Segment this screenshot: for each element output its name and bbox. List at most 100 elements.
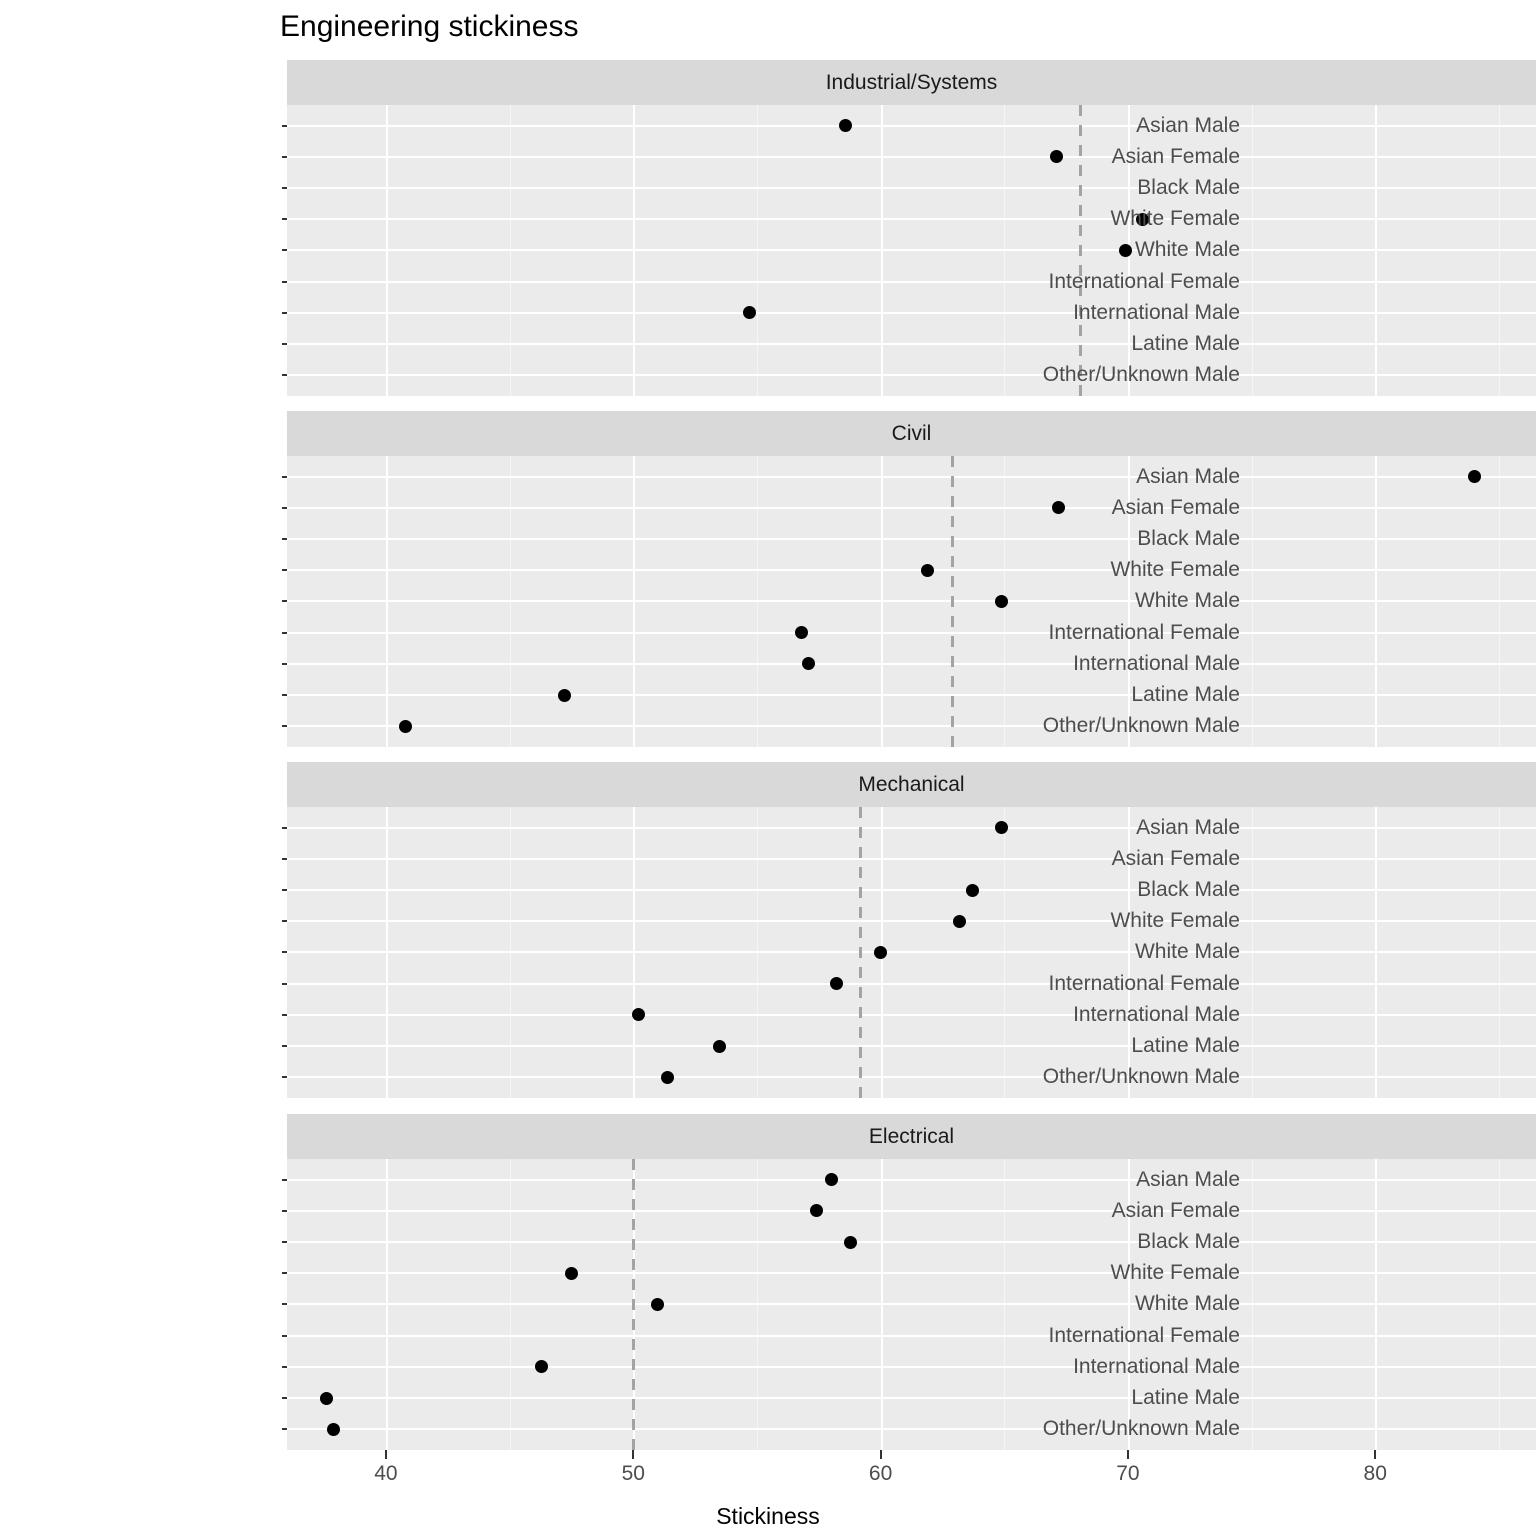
y-axis-tick-label: Black Male — [1137, 527, 1240, 550]
y-axis-tick-mark — [282, 506, 287, 509]
x-axis-tick-label: 40 — [374, 1461, 398, 1485]
x-axis-title: Stickiness — [716, 1502, 820, 1529]
data-point[interactable] — [953, 914, 967, 928]
y-axis-tick-mark — [282, 889, 287, 891]
data-point[interactable] — [661, 1070, 675, 1084]
data-point[interactable] — [824, 1173, 838, 1187]
y-axis-tick-label: Other/Unknown Male — [1042, 1417, 1240, 1441]
gridline-horizontal — [287, 889, 1536, 891]
y-axis-tick-label: Other/Unknown Male — [1042, 1065, 1240, 1089]
y-axis-tick-label: White Female — [1110, 1261, 1240, 1285]
plot-area — [287, 105, 1536, 396]
data-point[interactable] — [965, 883, 979, 897]
y-axis-tick-mark — [282, 218, 287, 221]
y-axis-tick-mark — [282, 857, 287, 860]
y-axis-tick-mark — [282, 920, 287, 923]
facet-strip-label: Mechanical — [287, 762, 1536, 807]
data-point[interactable] — [1467, 470, 1481, 484]
y-axis-tick-mark — [282, 124, 287, 127]
reference-line — [950, 456, 954, 747]
data-point[interactable] — [564, 1266, 578, 1280]
gridline-horizontal — [287, 1241, 1536, 1243]
y-axis-tick-label: Latine Male — [1131, 1386, 1240, 1409]
y-axis-tick-mark — [282, 1365, 287, 1368]
facet-strip-label: Industrial/Systems — [287, 60, 1536, 105]
gridline-horizontal — [287, 475, 1536, 478]
y-axis-tick-label: International Male — [1073, 300, 1240, 324]
y-axis-tick-mark — [282, 311, 287, 314]
y-axis-tick-mark — [282, 662, 287, 665]
y-axis-tick-label: Asian Female — [1111, 144, 1240, 168]
y-axis-tick-label: Asian Male — [1136, 113, 1240, 137]
reference-line — [859, 807, 863, 1098]
gridline-horizontal — [287, 155, 1536, 158]
data-point[interactable] — [557, 688, 571, 702]
y-axis-tick-label: International Male — [1073, 651, 1240, 675]
data-point[interactable] — [743, 306, 756, 320]
data-point[interactable] — [713, 1039, 727, 1053]
y-axis-tick-mark — [282, 249, 287, 252]
gridline-horizontal — [287, 1209, 1536, 1212]
gridline-horizontal — [287, 249, 1536, 252]
gridline-horizontal — [287, 920, 1536, 923]
y-axis-tick-mark — [282, 1178, 287, 1181]
gridline-horizontal — [287, 600, 1536, 603]
reference-line — [631, 1159, 635, 1450]
data-point[interactable] — [921, 563, 935, 577]
data-point[interactable] — [535, 1360, 549, 1374]
data-point[interactable] — [1049, 150, 1063, 164]
x-axis-tick-label: 80 — [1363, 1461, 1387, 1485]
gridline-horizontal — [287, 694, 1536, 696]
data-point[interactable] — [874, 945, 888, 959]
gridline-horizontal — [287, 187, 1536, 189]
x-axis-tick-mark — [879, 1449, 882, 1459]
data-point[interactable] — [320, 1391, 334, 1405]
data-point[interactable] — [809, 1204, 823, 1218]
data-point[interactable] — [399, 719, 413, 733]
data-point[interactable] — [1118, 243, 1132, 257]
y-axis-tick-label: International Female — [1048, 269, 1240, 293]
y-axis-tick-mark — [282, 600, 287, 603]
data-point[interactable] — [995, 821, 1009, 835]
y-axis-tick-label: International Male — [1073, 1002, 1240, 1026]
y-axis-tick-mark — [282, 631, 287, 634]
x-axis-tick-label: 60 — [868, 1461, 893, 1485]
y-axis-tick-mark — [282, 1334, 287, 1337]
gridline-horizontal — [287, 1272, 1536, 1275]
gridline-horizontal — [287, 1013, 1536, 1016]
data-point[interactable] — [651, 1297, 665, 1311]
y-axis-tick-label: Asian Female — [1111, 495, 1240, 519]
y-axis-tick-label: Other/Unknown Male — [1042, 363, 1240, 387]
data-point[interactable] — [995, 594, 1009, 608]
data-point[interactable] — [631, 1008, 645, 1022]
y-axis-tick-label: International Female — [1048, 971, 1240, 995]
y-axis-tick-mark — [282, 1241, 287, 1243]
facet-panel: Electrical — [0, 1114, 1536, 1450]
y-axis-tick-label: Asian Female — [1111, 1198, 1240, 1222]
data-point[interactable] — [844, 1235, 858, 1249]
y-axis-tick-label: Black Male — [1137, 176, 1240, 199]
y-axis-tick-mark — [282, 1209, 287, 1212]
data-point[interactable] — [829, 977, 843, 991]
y-axis-tick-label: White Female — [1110, 909, 1240, 933]
y-axis-tick-mark — [282, 475, 287, 478]
y-axis-tick-mark — [282, 826, 287, 829]
gridline-horizontal — [287, 631, 1536, 634]
gridline-horizontal — [287, 1397, 1536, 1399]
gridline-horizontal — [287, 826, 1536, 829]
data-point[interactable] — [327, 1422, 341, 1436]
data-point[interactable] — [1052, 501, 1066, 515]
y-axis-tick-label: International Female — [1048, 1323, 1240, 1347]
data-point[interactable] — [839, 119, 853, 133]
y-axis-tick-label: White Male — [1134, 940, 1240, 964]
x-axis-tick-mark — [384, 1449, 387, 1459]
y-axis-tick-mark — [282, 951, 287, 954]
chart-root: Engineering stickiness Industrial/System… — [0, 0, 1536, 1536]
data-point[interactable] — [802, 657, 816, 671]
data-point[interactable] — [794, 626, 808, 640]
y-axis-tick-mark — [282, 982, 287, 985]
gridline-horizontal — [287, 569, 1536, 572]
plot-area — [287, 1159, 1536, 1450]
facet-strip-label: Civil — [287, 411, 1536, 456]
y-axis-tick-mark — [282, 569, 287, 572]
